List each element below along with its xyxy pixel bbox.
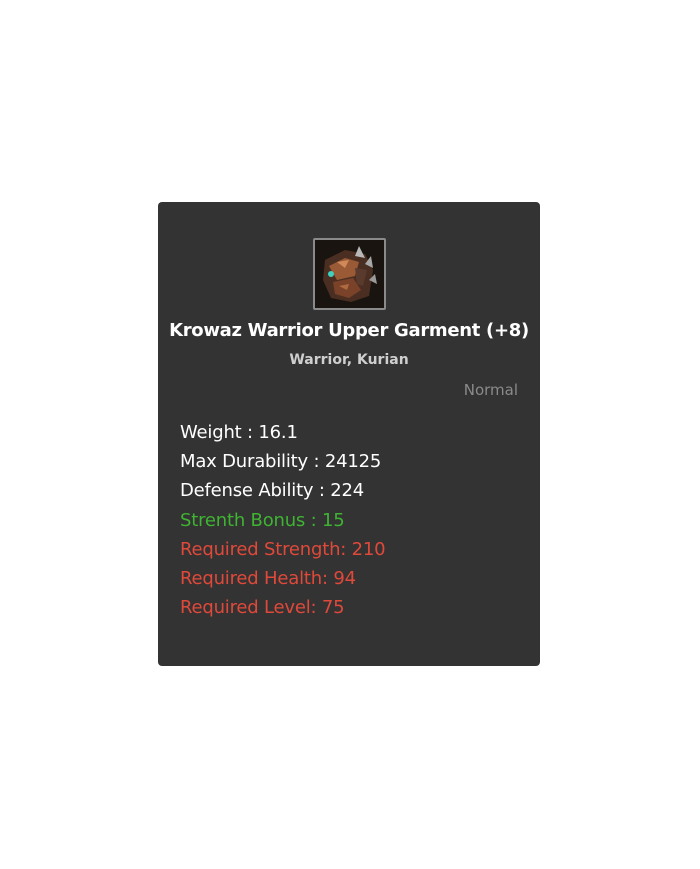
requirement-health: Required Health: 94 — [180, 568, 356, 590]
item-name: Krowaz Warrior Upper Garment (+8) — [169, 320, 529, 341]
armor-chestpiece-icon — [313, 238, 386, 310]
item-tooltip-card: Krowaz Warrior Upper Garment (+8) Warrio… — [158, 202, 540, 666]
stat-weight: Weight : 16.1 — [180, 422, 298, 443]
stat-max-durability: Max Durability : 24125 — [180, 451, 382, 473]
stat-defense-ability: Defense Ability : 224 — [180, 480, 365, 502]
requirement-strength: Required Strength: 210 — [180, 538, 386, 560]
stat-strength-bonus: Strenth Bonus : 15 — [180, 509, 345, 531]
requirement-level: Required Level: 75 — [180, 597, 345, 619]
item-classes: Warrior, Kurian — [289, 352, 409, 368]
item-grade: Normal — [463, 381, 518, 399]
item-stats-list: Weight : 16.1 Max Durability : 24125 Def… — [180, 418, 386, 622]
